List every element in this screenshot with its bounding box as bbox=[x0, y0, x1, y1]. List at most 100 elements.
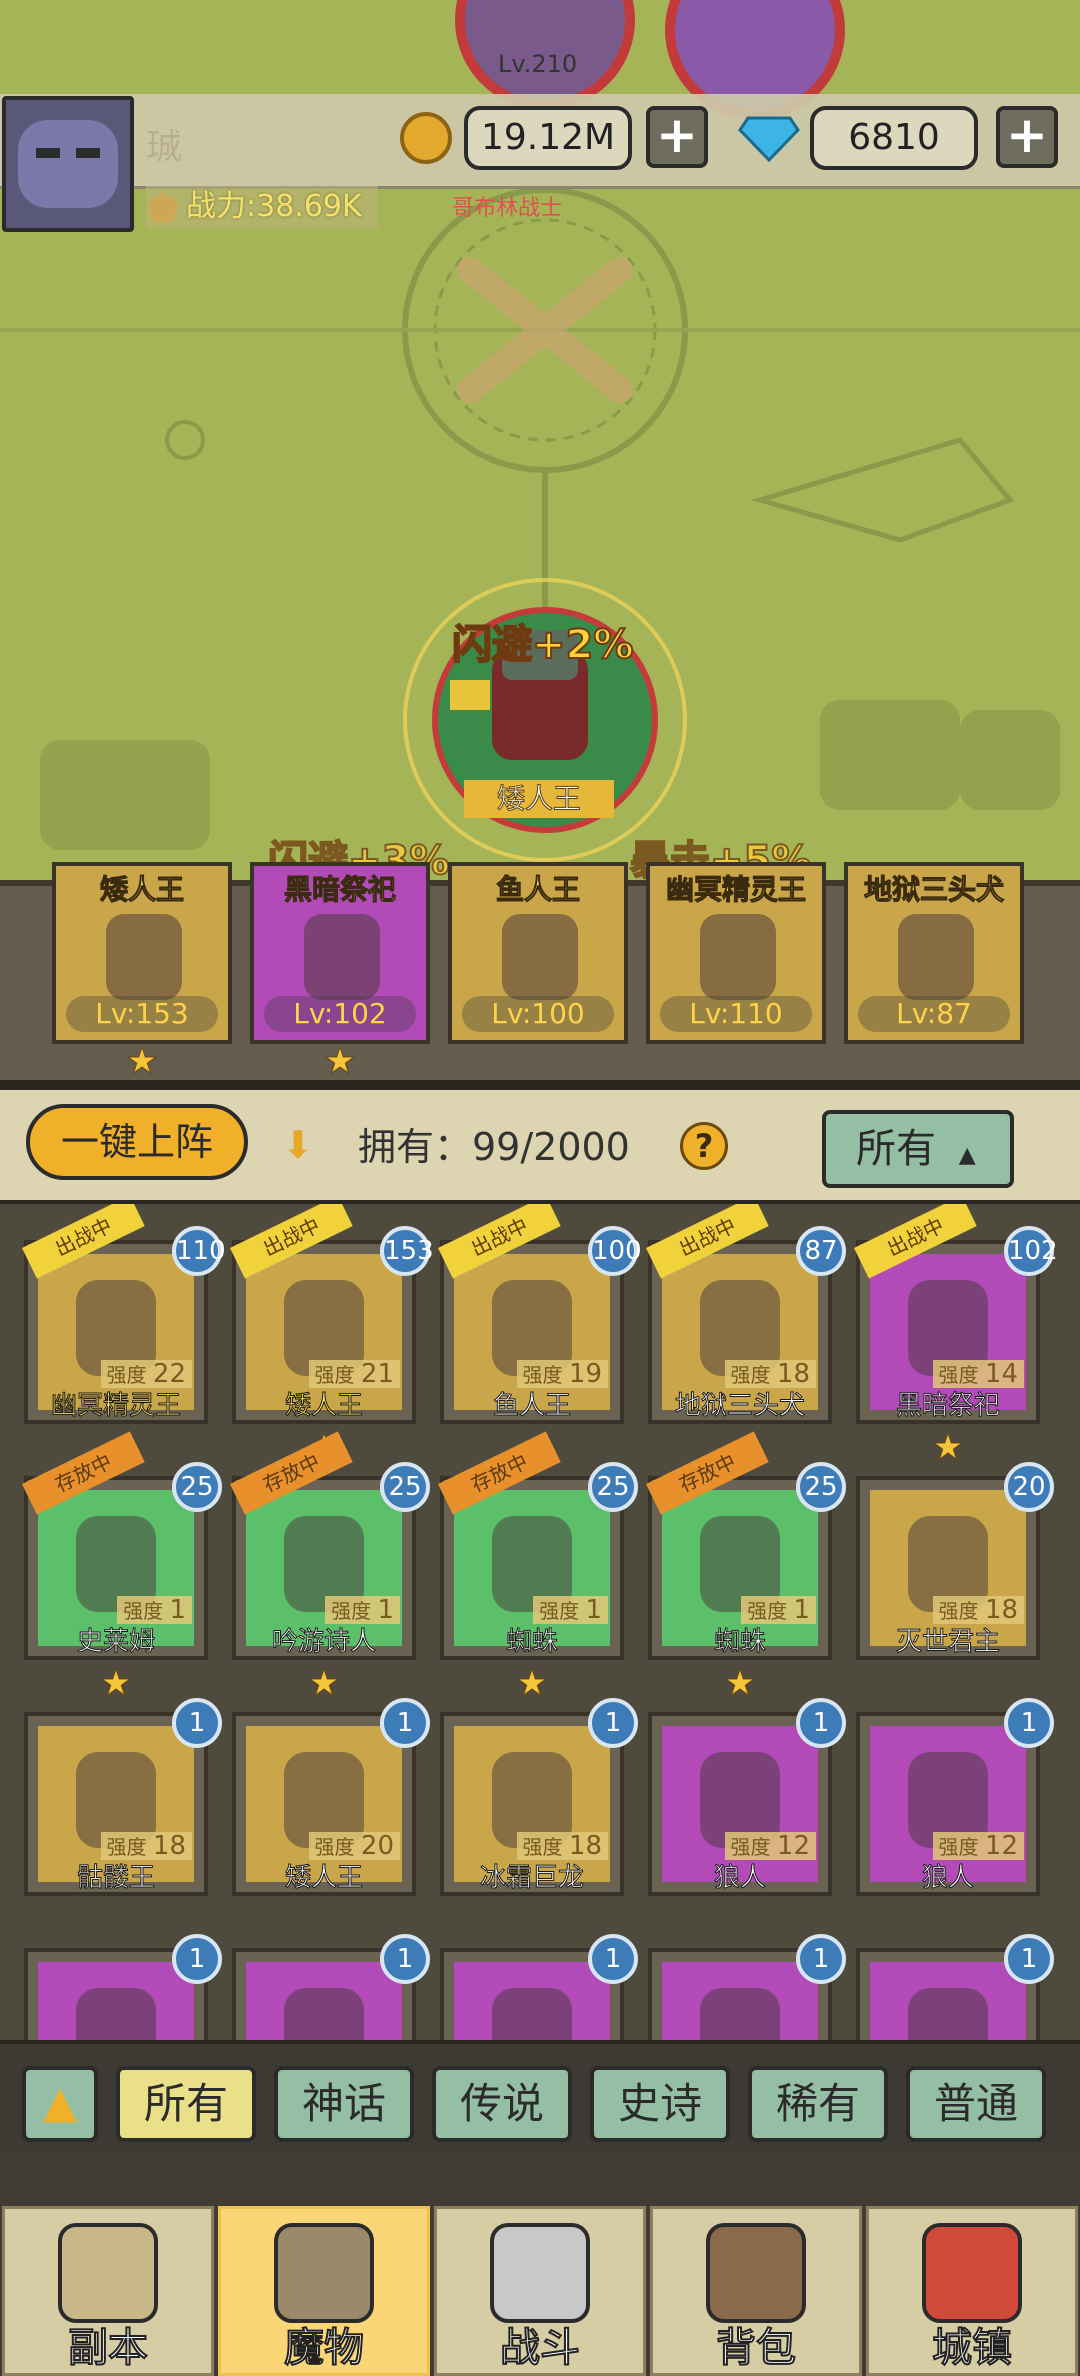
auto-deploy-button[interactable]: 一键上阵 bbox=[26, 1104, 248, 1180]
nav-item[interactable]: 背包 bbox=[650, 2206, 862, 2376]
strength-badge: 强度 20 bbox=[308, 1832, 400, 1860]
team-slot-name: 矮人王 bbox=[99, 873, 184, 907]
rarity-tab[interactable]: 所有 bbox=[116, 2066, 256, 2142]
nav-label: 城镇 bbox=[931, 2324, 1013, 2372]
monster-card[interactable]: 1 bbox=[24, 1934, 222, 2044]
monster-grid[interactable]: 出战中强度 22幽冥精灵王110出战中强度 21矮人王153★出战中强度 19鱼… bbox=[0, 1200, 1080, 2044]
filter-dropdown[interactable]: 所有 ▲ bbox=[822, 1110, 1014, 1188]
monster-name: 骷髅王 bbox=[76, 1863, 155, 1894]
strength-label: 强度 bbox=[938, 1835, 979, 1859]
monster-name: 矮人王 bbox=[284, 1391, 363, 1422]
monster-card[interactable]: 出战中 强度 19 鱼人王 100 bbox=[438, 1204, 642, 1424]
monster-card[interactable]: 出战中 强度 18 地狱三头犬 87 bbox=[646, 1204, 846, 1424]
strength-badge: 强度 1 bbox=[533, 1596, 608, 1624]
sort-arrow-icon[interactable]: ⬇ bbox=[282, 1126, 326, 1164]
monster-card[interactable]: 存放中 强度 1 史莱姆 25 bbox=[22, 1431, 222, 1660]
strength-badge: 强度 21 bbox=[308, 1360, 400, 1388]
team-slot-card[interactable]: 幽冥精灵王 Lv:110 bbox=[646, 862, 826, 1044]
add-gems-button[interactable]: + bbox=[996, 106, 1058, 168]
nav-label: 背包 bbox=[715, 2324, 797, 2372]
monster-card[interactable]: 存放中 强度 1 蜘蛛 25 bbox=[438, 1431, 638, 1660]
rarity-tab[interactable]: 史诗 bbox=[590, 2066, 730, 2142]
strength-label: 强度 bbox=[522, 1835, 563, 1859]
team-slot-card[interactable]: 黑暗祭祀 Lv:102 bbox=[250, 862, 430, 1044]
player-name: 珹 bbox=[146, 127, 183, 168]
star-icon: ★ bbox=[723, 1663, 757, 1704]
monster-portrait bbox=[502, 914, 578, 1000]
team-slot-name: 鱼人王 bbox=[495, 873, 580, 907]
monster-card[interactable]: 1 bbox=[232, 1934, 430, 2044]
level-badge: 87 bbox=[796, 1226, 846, 1276]
monster-name: 黑暗祭祀 bbox=[895, 1391, 1000, 1422]
star-icon: ★ bbox=[307, 1663, 341, 1704]
strength-badge: 强度 18 bbox=[100, 1832, 192, 1860]
help-icon[interactable]: ? bbox=[680, 1122, 728, 1170]
monster-card[interactable]: 强度 18 灭世君主 20 bbox=[856, 1462, 1054, 1660]
rarity-tab[interactable]: 传说 bbox=[432, 2066, 572, 2142]
gem-amount: 6810 bbox=[810, 106, 978, 170]
helmet-icon bbox=[274, 2223, 374, 2323]
star-icon: ★ bbox=[515, 1663, 549, 1704]
strength-label: 强度 bbox=[106, 1835, 147, 1859]
monster-card[interactable]: 强度 18 骷髅王 1 bbox=[24, 1698, 222, 1896]
monster-card[interactable]: 强度 20 矮人王 1 bbox=[232, 1698, 430, 1896]
strength-label: 强度 bbox=[314, 1363, 355, 1387]
town-building-icon bbox=[922, 2223, 1022, 2323]
monster-portrait bbox=[700, 914, 776, 1000]
strength-badge: 强度 1 bbox=[741, 1596, 816, 1624]
monster-card[interactable]: 强度 12 狼人 1 bbox=[856, 1698, 1054, 1896]
team-slot-level: Lv:153 bbox=[66, 996, 218, 1032]
strength-badge: 强度 18 bbox=[932, 1596, 1024, 1624]
monster-card[interactable]: 存放中 强度 1 吟游诗人 25 bbox=[230, 1431, 430, 1660]
buff-dodge-2: 闪避+2% bbox=[451, 621, 634, 669]
rarity-tab[interactable]: 神话 bbox=[274, 2066, 414, 2142]
monster-card[interactable]: 1 bbox=[440, 1934, 638, 2044]
monster-card[interactable]: 存放中 强度 1 蜘蛛 25 bbox=[646, 1431, 846, 1660]
nav-item[interactable]: 副本 bbox=[2, 2206, 214, 2376]
nav-item[interactable]: 城镇 bbox=[866, 2206, 1078, 2376]
monster-card[interactable]: 出战中 强度 14 黑暗祭祀 102 bbox=[854, 1204, 1058, 1424]
strength-label: 强度 bbox=[747, 1599, 788, 1623]
strength-badge: 强度 19 bbox=[516, 1360, 608, 1388]
monster-name: 狼人 bbox=[921, 1863, 974, 1894]
rarity-tab[interactable]: 稀有 bbox=[748, 2066, 888, 2142]
gold-coin-icon bbox=[400, 112, 452, 164]
strength-badge: 强度 18 bbox=[516, 1832, 608, 1860]
level-badge: 1 bbox=[1004, 1934, 1054, 1984]
team-slot-card[interactable]: 地狱三头犬 Lv:87 bbox=[844, 862, 1024, 1044]
level-badge: 1 bbox=[172, 1698, 222, 1748]
monster-portrait bbox=[454, 1962, 610, 2044]
add-gold-button[interactable]: + bbox=[646, 106, 708, 168]
monster-name: 狼人 bbox=[713, 1863, 766, 1894]
monster-name: 冰霜巨龙 bbox=[479, 1863, 584, 1894]
monster-portrait bbox=[870, 1962, 1026, 2044]
monster-portrait bbox=[662, 1962, 818, 2044]
strength-badge: 强度 22 bbox=[100, 1360, 192, 1388]
strength-label: 强度 bbox=[938, 1599, 979, 1623]
monster-name: 矮人王 bbox=[284, 1863, 363, 1894]
monster-card[interactable]: 1 bbox=[856, 1934, 1054, 2044]
monster-name: 灭世君主 bbox=[895, 1627, 1000, 1658]
level-badge: 1 bbox=[588, 1698, 638, 1748]
star-icon: ★ bbox=[125, 1041, 159, 1082]
team-slot-name: 地狱三头犬 bbox=[863, 873, 1004, 907]
monster-card[interactable]: 强度 12 狼人 1 bbox=[648, 1698, 846, 1896]
collapse-up-icon[interactable]: ▲ bbox=[22, 2066, 98, 2142]
nav-item[interactable]: 战斗 bbox=[434, 2206, 646, 2376]
strength-badge: 强度 1 bbox=[117, 1596, 192, 1624]
nav-item[interactable]: 魔物 bbox=[218, 2206, 430, 2376]
monster-card[interactable]: 强度 18 冰霜巨龙 1 bbox=[440, 1698, 638, 1896]
team-slot-card[interactable]: 鱼人王 Lv:100 bbox=[448, 862, 628, 1044]
monster-name: 地狱三头犬 bbox=[674, 1391, 805, 1422]
player-avatar[interactable] bbox=[2, 96, 134, 232]
boss-level: Lv.210 bbox=[498, 50, 578, 78]
nav-label: 副本 bbox=[67, 2324, 149, 2372]
level-badge: 1 bbox=[380, 1934, 430, 1984]
team-slot-card[interactable]: 矮人王 Lv:153 bbox=[52, 862, 232, 1044]
rarity-tab[interactable]: 普通 bbox=[906, 2066, 1046, 2142]
monster-card[interactable]: 出战中 强度 22 幽冥精灵王 110 bbox=[22, 1204, 226, 1424]
monster-portrait bbox=[246, 1962, 402, 2044]
monster-card[interactable]: 出战中 强度 21 矮人王 153 bbox=[230, 1204, 434, 1424]
strength-label: 强度 bbox=[123, 1599, 164, 1623]
monster-card[interactable]: 1 bbox=[648, 1934, 846, 2044]
